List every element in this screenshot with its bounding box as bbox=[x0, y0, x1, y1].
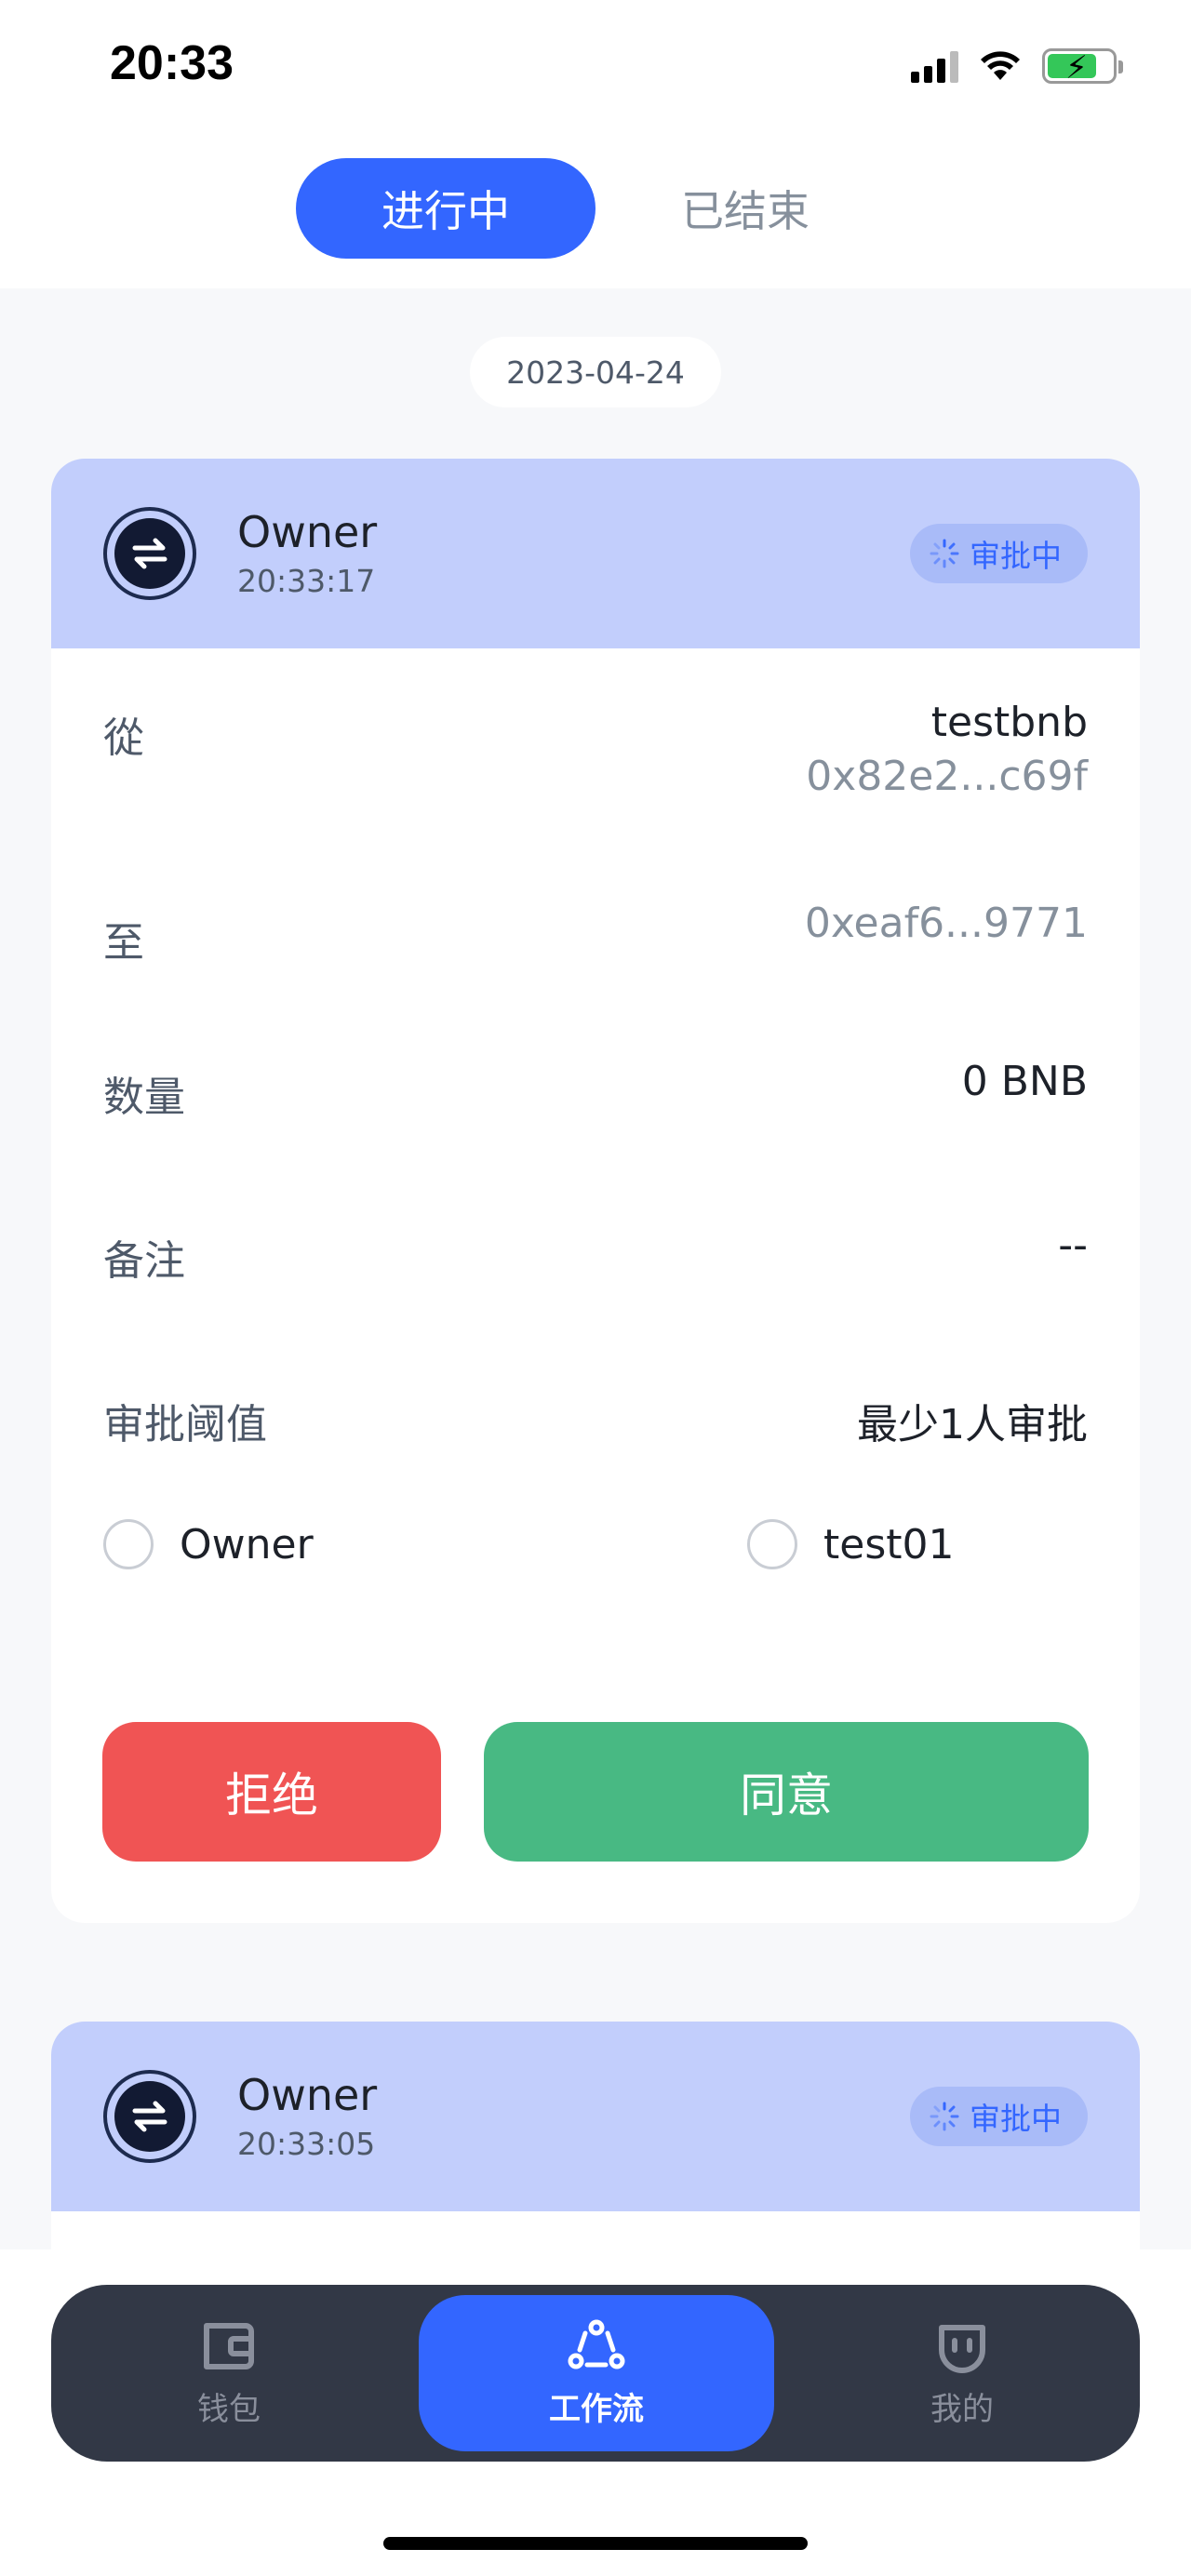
loading-icon bbox=[930, 2102, 959, 2131]
status-icons: ⚡ bbox=[911, 48, 1123, 87]
card-header: Owner 20:33:17 审批中 bbox=[51, 459, 1140, 648]
profile-icon bbox=[939, 2324, 985, 2373]
card-header: Owner 20:33:05 审批中 bbox=[51, 2022, 1140, 2211]
bottom-nav: 钱包 工作流 我的 bbox=[51, 2285, 1140, 2462]
segment-tabs: 进行中 已结束 bbox=[0, 140, 1191, 288]
threshold-label: 审批阈值 bbox=[103, 1401, 267, 1448]
row-amount: 数量 0 BNB bbox=[51, 1008, 1140, 1171]
card-time: 20:33:05 bbox=[237, 2126, 376, 2162]
row-threshold: 审批阈值 最少1人审批 bbox=[51, 1335, 1140, 1489]
nav-label: 我的 bbox=[930, 2390, 994, 2428]
approve-button[interactable]: 同意 bbox=[484, 1722, 1089, 1862]
from-address[interactable]: 0x82e2...c69f bbox=[806, 753, 1088, 800]
approver-test01[interactable]: test01 bbox=[747, 1519, 955, 1569]
status-time: 20:33 bbox=[110, 36, 234, 90]
approver-name: Owner bbox=[180, 1520, 314, 1568]
threshold-value: 最少1人审批 bbox=[857, 1401, 1088, 1448]
note-label: 备注 bbox=[103, 1237, 185, 1285]
signal-icon bbox=[911, 49, 958, 83]
battery-icon: ⚡ bbox=[1042, 48, 1123, 87]
wifi-icon bbox=[981, 51, 1020, 80]
status-bar: 20:33 ⚡ bbox=[0, 0, 1191, 140]
status-badge: 审批中 bbox=[910, 524, 1088, 583]
from-label: 從 bbox=[103, 714, 144, 762]
workflow-icon bbox=[568, 2319, 625, 2369]
radio-icon[interactable] bbox=[103, 1519, 154, 1569]
card-time: 20:33:17 bbox=[237, 563, 376, 599]
wallet-icon bbox=[204, 2322, 254, 2369]
transfer-icon bbox=[103, 507, 196, 600]
loading-icon bbox=[930, 539, 959, 568]
approver-owner[interactable]: Owner bbox=[103, 1519, 314, 1569]
workflow-card[interactable]: Owner 20:33:05 审批中 bbox=[51, 2022, 1140, 2249]
status-badge: 审批中 bbox=[910, 2087, 1088, 2146]
reject-button[interactable]: 拒绝 bbox=[102, 1722, 441, 1862]
approver-list: Owner test01 bbox=[51, 1489, 1140, 1648]
nav-workflow[interactable]: 工作流 bbox=[419, 2295, 774, 2451]
tab-finished[interactable]: 已结束 bbox=[596, 158, 895, 259]
transfer-icon bbox=[103, 2070, 196, 2163]
approver-name: test01 bbox=[823, 1520, 955, 1568]
card-title: Owner bbox=[237, 2070, 378, 2120]
row-from: 從 testbnb 0x82e2...c69f bbox=[51, 648, 1140, 844]
to-address[interactable]: 0xeaf6...9771 bbox=[805, 900, 1088, 947]
from-name: testbnb bbox=[930, 699, 1088, 746]
nav-label: 工作流 bbox=[549, 2390, 644, 2428]
note-value: -- bbox=[1058, 1221, 1088, 1269]
row-to: 至 0xeaf6...9771 bbox=[51, 844, 1140, 1008]
row-note: 备注 -- bbox=[51, 1171, 1140, 1335]
card-title: Owner bbox=[237, 507, 378, 557]
nav-label: 钱包 bbox=[197, 2390, 261, 2428]
date-group-label: 2023-04-24 bbox=[470, 337, 721, 407]
amount-value: 0 BNB bbox=[961, 1058, 1088, 1105]
nav-profile[interactable]: 我的 bbox=[784, 2285, 1140, 2462]
amount-label: 数量 bbox=[103, 1074, 185, 1121]
tab-in-progress[interactable]: 进行中 bbox=[296, 158, 596, 259]
status-badge-label: 审批中 bbox=[970, 538, 1062, 574]
workflow-card[interactable]: Owner 20:33:17 审批中 從 testbnb 0x82e2...c6… bbox=[51, 459, 1140, 1923]
radio-icon[interactable] bbox=[747, 1519, 797, 1569]
home-indicator bbox=[383, 2537, 808, 2550]
status-badge-label: 审批中 bbox=[970, 2101, 1062, 2137]
to-label: 至 bbox=[103, 919, 144, 967]
nav-wallet[interactable]: 钱包 bbox=[51, 2285, 407, 2462]
